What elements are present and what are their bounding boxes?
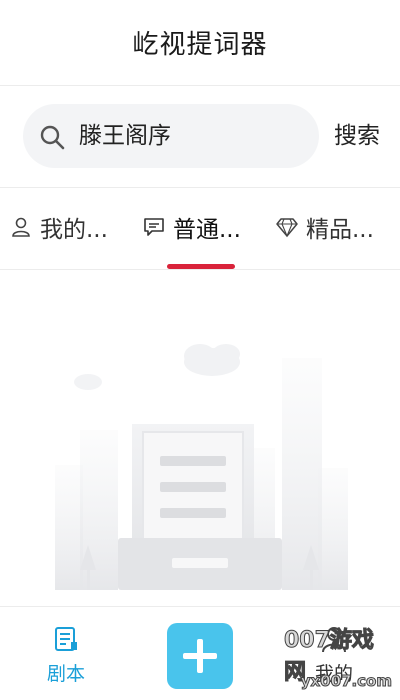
message-icon xyxy=(144,218,164,236)
tab-normal[interactable]: 普通... xyxy=(143,188,241,266)
bottom-nav: 剧本 我的 xyxy=(0,606,400,700)
script-icon xyxy=(55,627,77,651)
search-row: 滕王阁序 搜索 xyxy=(0,86,400,188)
add-button[interactable] xyxy=(167,623,233,689)
search-icon xyxy=(40,125,65,150)
tab-mine-label: 我的... xyxy=(40,217,108,243)
nav-label-profile: 我的 xyxy=(314,663,353,685)
tab-premium-label: 精品... xyxy=(306,217,374,243)
tab-premium[interactable]: 精品... xyxy=(276,188,374,266)
search-input[interactable]: 滕王阁序 xyxy=(23,104,319,168)
nav-label-script: 剧本 xyxy=(46,663,85,685)
active-tab-indicator xyxy=(167,264,235,269)
search-button[interactable]: 搜索 xyxy=(334,104,380,168)
page-title: 屹视提词器 xyxy=(132,30,268,60)
nav-item-profile[interactable]: 我的 xyxy=(284,607,384,700)
profile-icon xyxy=(322,627,346,653)
user-icon xyxy=(12,217,30,237)
empty-state-illustration xyxy=(55,344,348,590)
nav-item-script[interactable]: 剧本 xyxy=(16,607,116,700)
search-input-value: 滕王阁序 xyxy=(79,123,171,149)
plus-icon xyxy=(183,639,217,673)
category-tabs: 我的... 普通... 精品... xyxy=(0,188,400,270)
tab-mine[interactable]: 我的... xyxy=(10,188,108,266)
diamond-icon xyxy=(276,218,298,238)
tab-normal-label: 普通... xyxy=(173,217,241,243)
app-header: 屹视提词器 xyxy=(0,0,400,86)
